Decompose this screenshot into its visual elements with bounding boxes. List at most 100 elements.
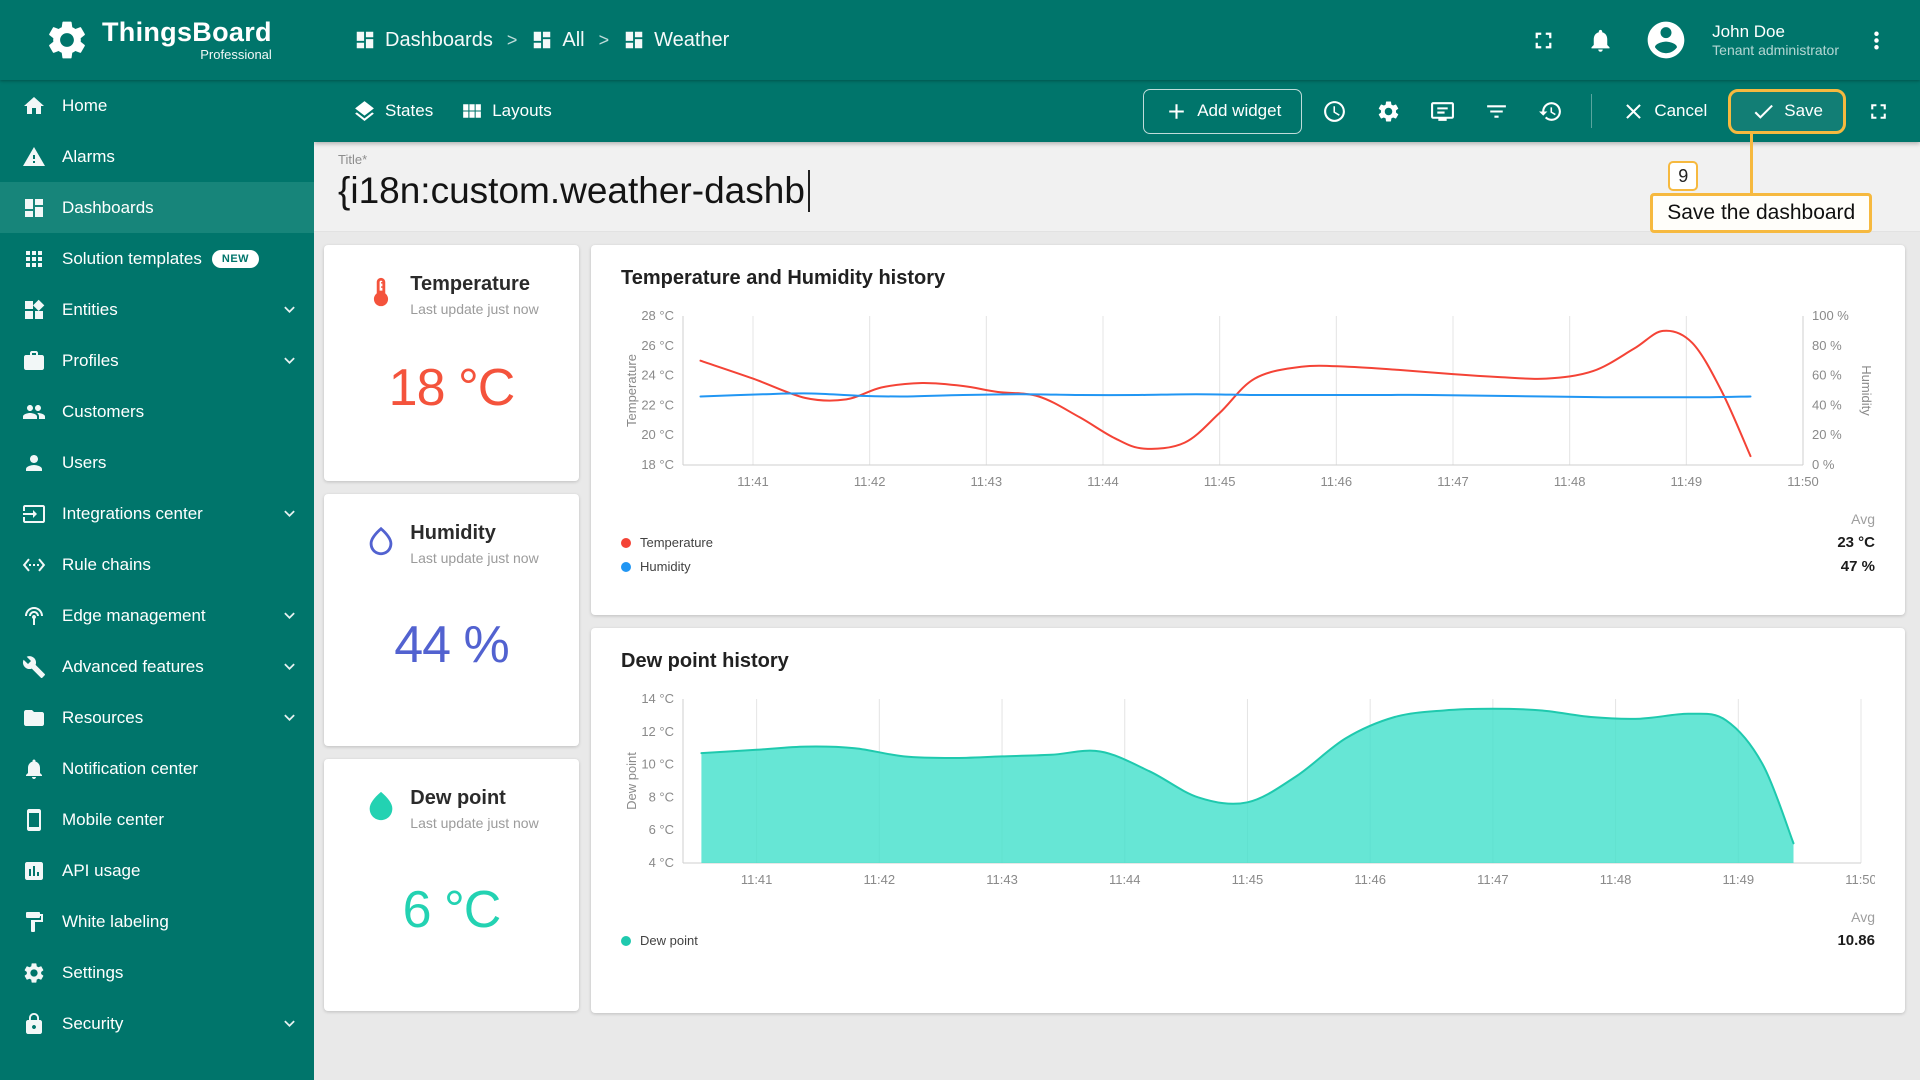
svg-text:11:41: 11:41 [741,872,773,887]
sidebar-item-notification-center[interactable]: Notification center [0,743,314,794]
svg-text:11:46: 11:46 [1354,872,1386,887]
svg-text:11:45: 11:45 [1204,474,1236,489]
fullscreen-icon [1866,99,1891,124]
svg-text:18 °C: 18 °C [641,457,674,472]
states-button[interactable]: States [352,99,433,124]
avg-column-label: Avg [1837,511,1875,527]
svg-text:11:43: 11:43 [986,872,1018,887]
notifications-button[interactable] [1581,21,1620,60]
breadcrumb-item-weather[interactable]: Weather [623,29,729,52]
fullscreen-dashboard-button[interactable] [1857,90,1900,133]
chevron-down-icon [279,605,300,626]
svg-text:11:47: 11:47 [1437,474,1469,489]
sidebar-item-white-labeling[interactable]: White labeling [0,896,314,947]
temperature-card-titles: Temperature Last update just now [410,273,538,318]
legend-dot [621,538,631,548]
legend-item-dew-point[interactable]: Dew point [621,933,1837,948]
resources-icon [22,706,46,730]
avatar-icon [1644,18,1688,62]
sidebar-item-users[interactable]: Users [0,437,314,488]
svg-text:80 %: 80 % [1812,338,1842,353]
sidebar-item-customers[interactable]: Customers [0,386,314,437]
sidebar-item-label: Integrations center [62,504,203,524]
chart-title: Temperature and Humidity history [621,267,1875,290]
card-title: Dew point [410,787,538,810]
sidebar-item-api-usage[interactable]: API usage [0,845,314,896]
sidebar-item-entities[interactable]: Entities [0,284,314,335]
manage-layouts-button[interactable] [1421,90,1464,133]
svg-text:Humidity: Humidity [1859,365,1874,416]
dew-point-card-header: Dew point Last update just now [364,787,538,832]
chevron-down-icon [279,299,300,320]
app-header: ThingsBoard Professional Dashboards>All>… [0,0,1920,80]
timewindow-button[interactable] [1313,90,1356,133]
sidebar-item-label: Customers [62,402,144,422]
filter-icon [1484,99,1509,124]
avatar[interactable] [1638,12,1694,68]
states-icon [352,99,377,124]
svg-text:10 °C: 10 °C [641,757,674,772]
user-block[interactable]: John Doe Tenant administrator [1712,21,1839,60]
user-menu-button[interactable] [1857,21,1896,60]
check-icon [1751,99,1776,124]
text-cursor [808,170,810,212]
legend-dot [621,562,631,572]
svg-text:11:44: 11:44 [1109,872,1141,887]
dew-point-value: 6 °C [403,880,501,940]
fullscreen-header-button[interactable] [1524,21,1563,60]
version-history-button[interactable] [1529,90,1572,133]
entity-aliases-button[interactable] [1475,90,1518,133]
svg-text:22 °C: 22 °C [641,397,674,412]
legend-item-humidity[interactable]: Humidity [621,559,1837,574]
users-icon [22,451,46,475]
dashboards-icon [22,196,46,220]
dew-point-chart[interactable]: 11:4111:4211:4311:4411:4511:4611:4711:48… [621,687,1875,897]
save-button[interactable]: Save [1728,89,1846,134]
layouts-button[interactable]: Layouts [459,99,552,124]
dew-point-card[interactable]: Dew point Last update just now 6 °C [324,759,579,1011]
sidebar-item-settings[interactable]: Settings [0,947,314,998]
svg-text:Dew point: Dew point [624,752,639,810]
legend-item-temperature[interactable]: Temperature [621,535,1837,550]
breadcrumb-item-dashboards[interactable]: Dashboards [354,29,493,52]
sidebar-item-edge-management[interactable]: Edge management [0,590,314,641]
sidebar-item-profiles[interactable]: Profiles [0,335,314,386]
user-role: Tenant administrator [1712,42,1839,60]
sidebar-item-solution-templates[interactable]: Solution templatesNEW [0,233,314,284]
sidebar-item-label: Home [62,96,107,116]
svg-text:14 °C: 14 °C [641,691,674,706]
svg-text:11:42: 11:42 [864,872,896,887]
thingsboard-logo[interactable]: ThingsBoard Professional [0,17,314,63]
stat-cards-column: Temperature Last update just now 18 °C H… [324,245,579,1080]
temperature-card[interactable]: Temperature Last update just now 18 °C [324,245,579,481]
add-widget-button[interactable]: Add widget [1143,89,1302,134]
breadcrumb-item-all[interactable]: All [531,29,584,52]
dashboard-settings-button[interactable] [1367,90,1410,133]
legend-dot [621,936,631,946]
sidebar-item-label: Profiles [62,351,119,371]
dashboards-icon [623,29,645,51]
sidebar-item-dashboards[interactable]: Dashboards [0,182,314,233]
svg-text:11:47: 11:47 [1477,872,1509,887]
sidebar-item-label: Users [62,453,106,473]
sidebar-item-resources[interactable]: Resources [0,692,314,743]
cancel-button[interactable]: Cancel [1611,91,1717,132]
notification-center-icon [22,757,46,781]
sidebar-item-alarms[interactable]: Alarms [0,131,314,182]
entities-icon [22,298,46,322]
temperature-humidity-chart[interactable]: 11:4111:4211:4311:4411:4511:4611:4711:48… [621,304,1875,499]
humidity-card-header: Humidity Last update just now [364,522,538,567]
chevron-down-icon [279,350,300,371]
humidity-card[interactable]: Humidity Last update just now 44 % [324,494,579,746]
chevron-down-icon [279,656,300,677]
brand-subtitle: Professional [200,47,272,62]
sidebar-item-security[interactable]: Security [0,998,314,1049]
sidebar-item-label: Alarms [62,147,115,167]
sidebar-item-mobile-center[interactable]: Mobile center [0,794,314,845]
sidebar-item-integrations-center[interactable]: Integrations center [0,488,314,539]
sidebar-item-rule-chains[interactable]: Rule chains [0,539,314,590]
sidebar-item-advanced-features[interactable]: Advanced features [0,641,314,692]
rule-chains-icon [22,553,46,577]
sidebar: Home Alarms DashboardsSolution templatesNE… [0,80,314,1080]
sidebar-item-home[interactable]: Home [0,80,314,131]
